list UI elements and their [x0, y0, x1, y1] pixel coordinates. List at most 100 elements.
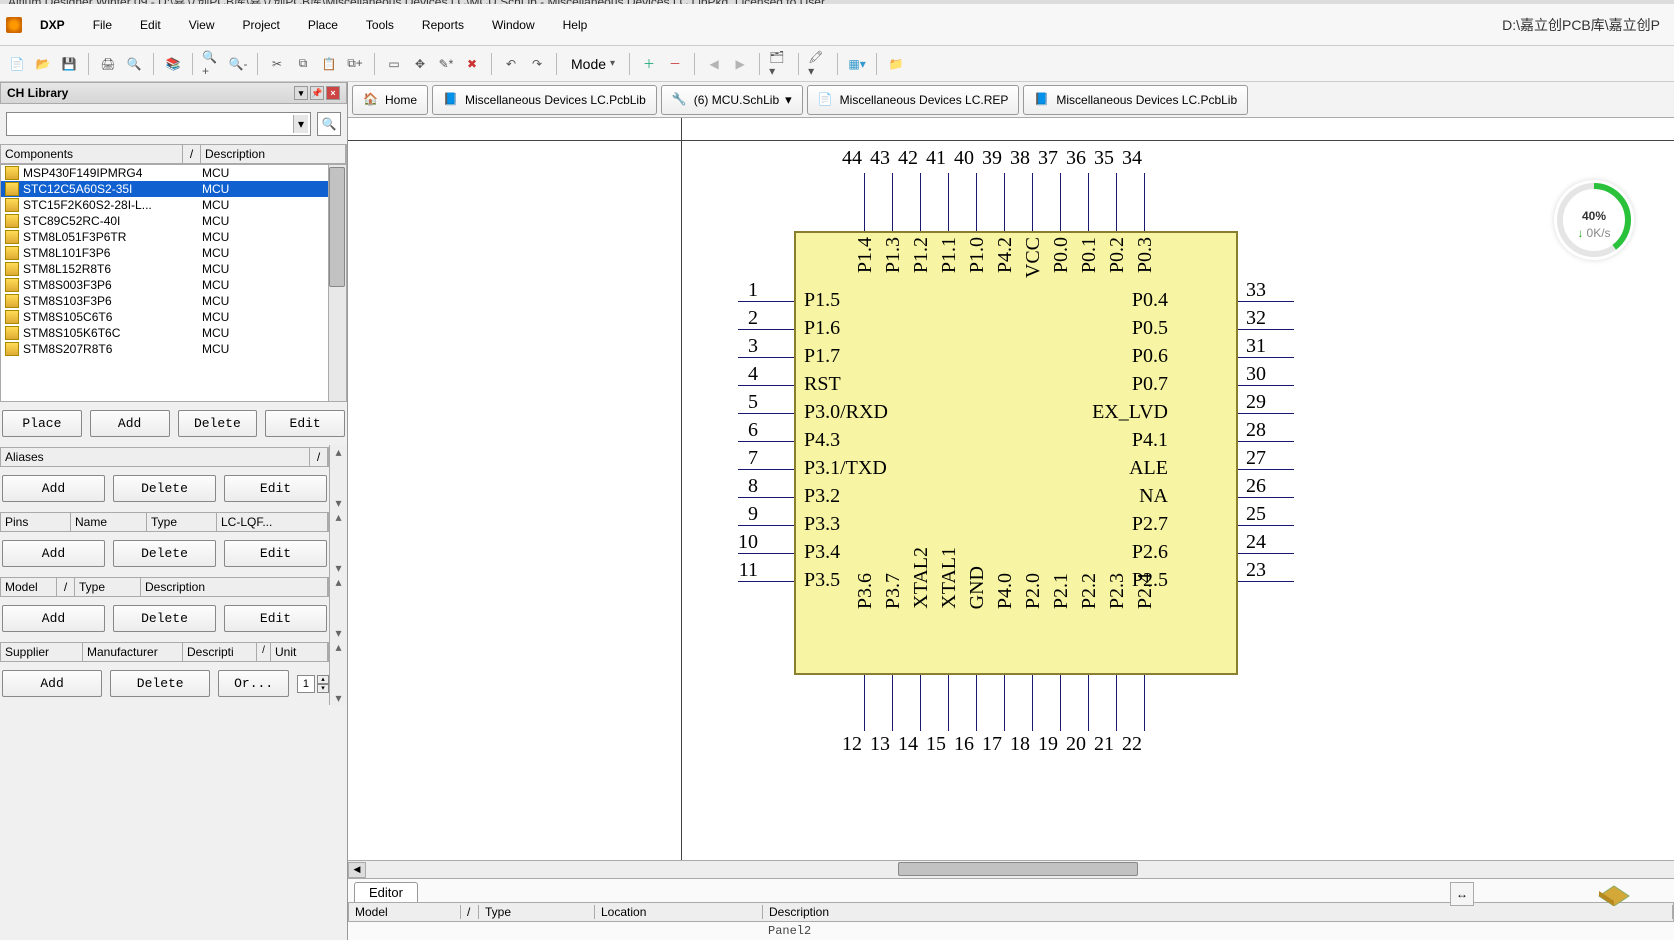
horizontal-scrollbar[interactable]: ◀ — [348, 860, 1674, 878]
pin[interactable] — [920, 173, 921, 231]
list-item[interactable]: STM8S105C6T6MCU — [1, 309, 346, 325]
panel-pin-icon[interactable]: 📌 — [310, 86, 324, 100]
pin[interactable] — [1144, 675, 1145, 731]
model-delete-button[interactable]: Delete — [113, 605, 216, 632]
pin[interactable] — [948, 675, 949, 731]
quantity-stepper[interactable]: ▴▾ — [297, 675, 327, 693]
pin[interactable] — [1088, 173, 1089, 231]
list-item[interactable]: STC12C5A60S2-35IMCU — [1, 181, 346, 197]
col-model[interactable]: Model — [1, 578, 57, 596]
supplier-add-button[interactable]: Add — [2, 670, 102, 697]
tab-pcblib-1[interactable]: 📘Miscellaneous Devices LC.PcbLib — [432, 85, 657, 115]
pin[interactable] — [1004, 675, 1005, 731]
preview-icon[interactable]: 🔍 — [123, 53, 145, 75]
pin[interactable] — [1060, 675, 1061, 731]
delete-icon[interactable]: ✖ — [461, 53, 483, 75]
menu-help[interactable]: Help — [549, 14, 602, 36]
aliases-add-button[interactable]: Add — [2, 475, 105, 502]
move-icon[interactable]: ✥ — [409, 53, 431, 75]
menu-view[interactable]: View — [175, 14, 229, 36]
cut-icon[interactable]: ✂ — [266, 53, 288, 75]
paste-icon[interactable]: 📋 — [318, 53, 340, 75]
undo-icon[interactable]: ↶ — [500, 53, 522, 75]
edit-node-icon[interactable]: ✎* — [435, 53, 457, 75]
list-item[interactable]: STM8S105K6T6CMCU — [1, 325, 346, 341]
print-icon[interactable]: 🖨 — [97, 53, 119, 75]
col-manufacturer[interactable]: Manufacturer — [83, 643, 183, 661]
pin[interactable] — [1144, 173, 1145, 231]
list-item[interactable]: STM8L101F3P6MCU — [1, 245, 346, 261]
folder-icon[interactable]: 📁 — [885, 53, 907, 75]
menu-reports[interactable]: Reports — [408, 14, 478, 36]
grid-icon[interactable]: ▦▾ — [846, 53, 868, 75]
col-model-desc[interactable]: Description — [141, 578, 328, 596]
aliases-edit-button[interactable]: Edit — [224, 475, 327, 502]
gc-model[interactable]: Model — [349, 905, 461, 919]
menu-edit[interactable]: Edit — [126, 14, 175, 36]
minus-icon[interactable]: － — [664, 53, 686, 75]
new-icon[interactable]: 📄 — [6, 53, 28, 75]
edit-button[interactable]: Edit — [265, 410, 345, 437]
tab-schlib[interactable]: 🔧(6) MCU.SchLib ▾ — [661, 85, 803, 115]
schematic-canvas[interactable]: 1P1.52P1.63P1.74RST5P3.0/RXD6P4.37P3.1/T… — [348, 118, 1674, 860]
pin[interactable] — [1060, 173, 1061, 231]
col-pins-type[interactable]: Type — [147, 513, 217, 531]
col-pins-pkg[interactable]: LC-LQF... — [217, 513, 328, 531]
open-icon[interactable]: 📂 — [32, 53, 54, 75]
pin[interactable] — [1032, 173, 1033, 231]
pin[interactable] — [864, 173, 865, 231]
zoom-in-icon[interactable]: 🔍+ — [201, 53, 223, 75]
components-scrollbar[interactable] — [328, 165, 346, 401]
gc-location[interactable]: Location — [595, 905, 763, 919]
list-item[interactable]: STM8S103F3P6MCU — [1, 293, 346, 309]
filter-search-icon[interactable]: 🔍 — [317, 112, 341, 136]
col-components[interactable]: Components — [1, 145, 183, 163]
list-item[interactable]: STM8S003F3P6MCU — [1, 277, 346, 293]
delete-button[interactable]: Delete — [178, 410, 258, 437]
pins-edit-button[interactable]: Edit — [224, 540, 327, 567]
list-item[interactable]: STM8L152R8T6MCU — [1, 261, 346, 277]
duplicate-icon[interactable]: ⧉+ — [344, 53, 366, 75]
menu-place[interactable]: Place — [294, 14, 352, 36]
zoom-out-icon[interactable]: 🔍- — [227, 53, 249, 75]
highlight-icon[interactable]: 🖍▾ — [807, 53, 829, 75]
pin[interactable] — [892, 173, 893, 231]
tab-home[interactable]: 🏠Home — [352, 85, 428, 115]
quantity-input[interactable] — [297, 675, 315, 693]
model-edit-button[interactable]: Edit — [224, 605, 327, 632]
col-aliases-sort[interactable]: / — [310, 448, 328, 466]
pin[interactable] — [864, 675, 865, 731]
place-button[interactable]: Place — [2, 410, 82, 437]
col-supplier-desc[interactable]: Descripti — [183, 643, 257, 661]
gc-type[interactable]: Type — [479, 905, 595, 919]
pin[interactable] — [1032, 675, 1033, 731]
pin[interactable] — [1004, 173, 1005, 231]
tab-pcblib-2[interactable]: 📘Miscellaneous Devices LC.PcbLib — [1023, 85, 1248, 115]
mode-dropdown[interactable]: Mode — [565, 54, 621, 74]
col-model-type[interactable]: Type — [75, 578, 141, 596]
panel-close-icon[interactable]: × — [326, 86, 340, 100]
pin[interactable] — [920, 675, 921, 731]
aliases-delete-button[interactable]: Delete — [113, 475, 216, 502]
gc-sort[interactable]: / — [461, 905, 479, 919]
pin[interactable] — [892, 675, 893, 731]
components-list[interactable]: MSP430F149IPMRG4MCUSTC12C5A60S2-35IMCU ST… — [0, 164, 347, 402]
library-icon[interactable]: 📚 — [162, 53, 184, 75]
model-add-button[interactable]: Add — [2, 605, 105, 632]
list-item[interactable]: STC89C52RC-40IMCU — [1, 213, 346, 229]
filter-combo[interactable] — [6, 112, 311, 136]
scroll-left-icon[interactable]: ◀ — [348, 862, 366, 878]
pin[interactable] — [976, 675, 977, 731]
list-item[interactable]: MSP430F149IPMRG4MCU — [1, 165, 346, 181]
supplier-order-button[interactable]: Or... — [218, 670, 289, 697]
col-description[interactable]: Description — [201, 145, 346, 163]
pin[interactable] — [1116, 675, 1117, 731]
plus-icon[interactable]: ＋ — [638, 53, 660, 75]
col-aliases[interactable]: Aliases — [1, 448, 310, 466]
copy-icon[interactable]: ⧉ — [292, 53, 314, 75]
nav-fwd-icon[interactable]: ▶ — [729, 53, 751, 75]
col-model-sort[interactable]: / — [57, 578, 75, 596]
menu-window[interactable]: Window — [478, 14, 549, 36]
menu-file[interactable]: File — [79, 14, 126, 36]
col-supplier-sort[interactable]: / — [257, 643, 271, 661]
